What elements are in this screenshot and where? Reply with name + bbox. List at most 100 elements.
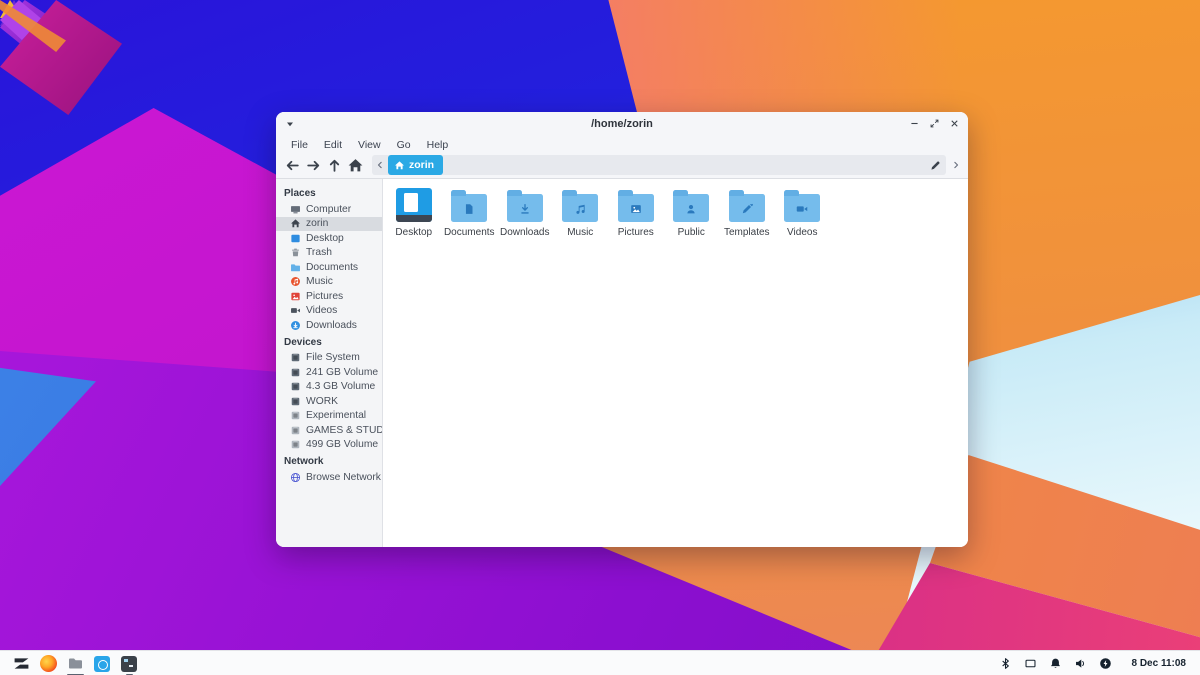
system-tray: 8 Dec 11:08 [999,657,1187,670]
sidebar-item-videos[interactable]: Videos [276,304,382,319]
sidebar-item-label: Downloads [306,320,357,331]
sidebar-item-pictures[interactable]: Pictures [276,289,382,304]
sidebar-item-work[interactable]: WORK [276,394,382,409]
trash-icon [290,247,301,258]
window-menu-caret-icon[interactable] [284,118,296,130]
file-label: Desktop [395,227,432,238]
sidebar-item-downloads[interactable]: Downloads [276,318,382,333]
sidebar-header-network: Network [276,452,382,470]
path-bar[interactable]: zorin [372,155,946,175]
menu-go[interactable]: Go [390,137,418,153]
sidebar-item-games-study[interactable]: GAMES & STUDY [276,423,382,438]
sidebar-item-documents[interactable]: Documents [276,260,382,275]
drive-icon [290,410,301,421]
maximize-button[interactable] [929,118,940,129]
taskbar: 8 Dec 11:08 [0,650,1200,675]
home-button[interactable] [347,157,364,174]
titlebar[interactable]: /home/zorin [276,112,968,135]
firefox-icon [40,655,57,672]
files-launcher[interactable] [67,655,84,672]
firefox-launcher[interactable] [40,655,57,672]
sidebar-item-label: 499 GB Volume [306,439,378,450]
file-view[interactable]: Desktop Documents Downloads Music [383,179,968,547]
sidebar-item-file-system[interactable]: File System [276,351,382,366]
sidebar-item-label: Videos [306,305,337,316]
sidebar-item-zorin[interactable]: zorin [276,217,382,232]
file-desktop[interactable]: Desktop [386,188,442,238]
close-button[interactable] [949,118,960,129]
sidebar-item-label: 241 GB Volume [306,367,378,378]
videos-folder-icon [784,194,820,222]
edit-path-icon[interactable] [929,159,942,172]
up-button[interactable] [326,157,343,174]
display-icon[interactable] [1024,657,1037,670]
sidebar-item-desktop[interactable]: Desktop [276,231,382,246]
file-label: Templates [724,227,770,238]
music-folder-icon [562,194,598,222]
clock[interactable]: 8 Dec 11:08 [1132,658,1187,669]
back-button[interactable] [284,157,301,174]
sidebar-item-label: Browse Network [306,472,381,483]
sidebar-header-devices: Devices [276,333,382,351]
zorin-logo-icon [13,655,30,672]
sidebar-item-label: Trash [306,247,332,258]
menu-help[interactable]: Help [420,137,456,153]
menu-file[interactable]: File [284,137,315,153]
pictures-icon [290,291,301,302]
zorin-menu-button[interactable] [13,655,30,672]
window-title: /home/zorin [276,118,968,130]
sidebar-item-experimental[interactable]: Experimental [276,409,382,424]
downloads-folder-icon [507,194,543,222]
drive-icon [290,352,301,363]
file-videos[interactable]: Videos [775,188,831,238]
file-documents[interactable]: Documents [442,188,498,238]
forward-button[interactable] [305,157,322,174]
sidebar-item-browse-network[interactable]: Browse Network [276,470,382,485]
sidebar-item-label: Documents [306,262,358,273]
minimize-button[interactable] [909,118,920,129]
menu-view[interactable]: View [351,137,388,153]
terminal-launcher[interactable] [121,655,138,672]
sidebar-item-label: Experimental [306,410,366,421]
menu-edit[interactable]: Edit [317,137,349,153]
file-downloads[interactable]: Downloads [497,188,553,238]
sidebar-item-computer[interactable]: Computer [276,202,382,217]
scroll-right-icon[interactable] [950,159,962,171]
file-label: Documents [444,227,495,238]
file-label: Videos [787,227,817,238]
desktop: /home/zorin File Edit View Go Help [0,0,1200,675]
sidebar-item-trash[interactable]: Trash [276,246,382,261]
file-label: Pictures [618,227,654,238]
desktop-folder-icon [396,188,432,222]
file-public[interactable]: Public [664,188,720,238]
file-music[interactable]: Music [553,188,609,238]
menubar: File Edit View Go Help [276,135,968,154]
pictures-folder-icon [618,194,654,222]
templates-folder-icon [729,194,765,222]
notifications-icon[interactable] [1049,657,1062,670]
power-icon[interactable] [1099,657,1112,670]
software-launcher[interactable] [94,655,111,672]
sidebar-item-499gb-volume[interactable]: 499 GB Volume [276,438,382,453]
sidebar-item-label: Pictures [306,291,343,302]
file-label: Downloads [500,227,549,238]
breadcrumb-home[interactable]: zorin [388,155,443,175]
sidebar-item-label: GAMES & STUDY [306,425,383,436]
file-templates[interactable]: Templates [719,188,775,238]
sidebar-item-label: Computer [306,204,351,215]
sidebar-item-label: Desktop [306,233,344,244]
sidebar-item-label: 4.3 GB Volume [306,381,375,392]
sidebar-header-places: Places [276,184,382,202]
sidebar-item-music[interactable]: Music [276,275,382,290]
bluetooth-icon[interactable] [999,657,1012,670]
music-icon [290,276,301,287]
breadcrumb-label: zorin [409,159,434,171]
volume-icon[interactable] [1074,657,1087,670]
sidebar-item-43gb-volume[interactable]: 4.3 GB Volume [276,380,382,395]
sidebar-item-241gb-volume[interactable]: 241 GB Volume [276,365,382,380]
sidebar: Places Computer zorin Desktop Trash [276,179,383,547]
videos-icon [290,305,301,316]
file-pictures[interactable]: Pictures [608,188,664,238]
file-label: Public [678,227,705,238]
scroll-left-icon[interactable] [374,159,386,171]
